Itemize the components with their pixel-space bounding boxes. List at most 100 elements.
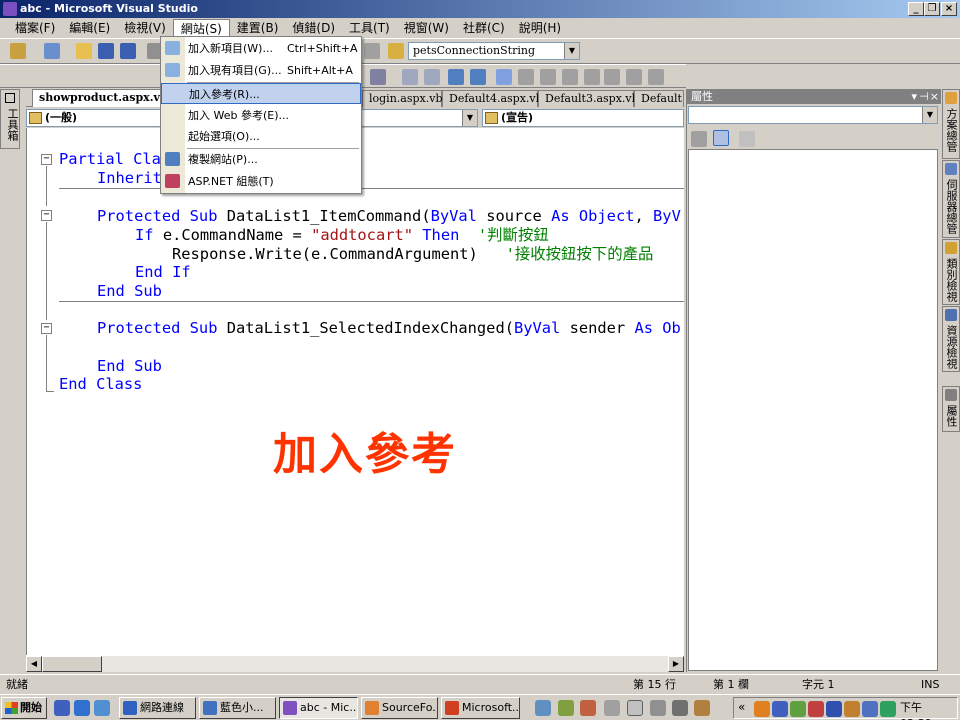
alphabetical-icon[interactable] [713,130,729,146]
tray-icon[interactable] [880,701,896,717]
find-icon[interactable] [364,43,380,59]
app-icon[interactable] [604,700,620,716]
tray-icon[interactable] [826,701,842,717]
pin-icon[interactable]: ⊣ [919,89,929,104]
media-player-icon[interactable] [54,700,70,716]
bookmark-next-icon[interactable] [540,69,556,85]
database-icon[interactable] [388,43,404,59]
tray-icon[interactable] [790,701,806,717]
new-project-icon[interactable] [10,43,26,59]
tab-default4[interactable]: Default4.aspx.vb [442,90,543,107]
object-selector[interactable]: ▼ [688,106,938,124]
menu-website[interactable]: 網站(S) [172,19,230,37]
menu-add-new-item[interactable]: 加入新項目(W)... Ctrl+Shift+A [161,38,361,59]
tray-icon[interactable] [808,701,824,717]
app-icon[interactable] [650,700,666,716]
font-size-icon[interactable] [370,69,386,85]
bookmark-window-icon[interactable] [626,69,642,85]
connection-combo[interactable]: petsConnectionString ▼ [408,42,580,60]
tray-icon[interactable] [844,701,860,717]
menu-aspnet-config[interactable]: ASP.NET 組態(T) [161,171,361,192]
app-icon[interactable] [580,700,596,716]
side-tab-server-explorer[interactable]: 伺服器總管 [942,160,960,238]
volume-icon[interactable] [862,701,878,717]
task-network-connections[interactable]: 網路連線 [119,697,196,719]
save-icon[interactable] [98,43,114,59]
horizontal-scrollbar[interactable]: ◀ ▶ [26,655,684,672]
close-button[interactable]: × [941,2,957,16]
chevron-down-icon[interactable]: ▼ [922,107,937,123]
tray-icon[interactable] [772,701,788,717]
app-icon[interactable] [694,700,710,716]
fold-toggle[interactable]: − [41,210,52,221]
tab-default[interactable]: Default.a [634,90,684,107]
task-blue-small[interactable]: 藍色小... [199,697,276,719]
member-combo[interactable]: (宣告) [482,109,684,127]
restore-button[interactable]: ❐ [924,2,940,16]
properties-icon [945,389,957,401]
scroll-right-icon[interactable]: ▶ [668,656,684,672]
app-icon[interactable] [535,700,551,716]
menu-community[interactable]: 社群(C) [456,19,512,37]
bookmark-prev-icon[interactable] [518,69,534,85]
menu-add-reference[interactable]: 加入參考(R)... [161,83,361,104]
side-tab-resource-view[interactable]: 資源檢視 [942,306,960,372]
app-icon[interactable] [672,700,688,716]
bookmark-icon[interactable] [496,69,512,85]
properties-grid[interactable] [688,149,938,671]
code-editor[interactable]: − − − Partial Cla Inherit Protected Sub … [26,128,684,655]
menu-copy-website[interactable]: 複製網站(P)... [161,149,361,170]
menu-help[interactable]: 說明(H) [512,19,568,37]
tab-showproduct[interactable]: showproduct.aspx.vb [32,89,168,107]
help-icon[interactable] [627,700,643,716]
fold-toggle[interactable]: − [41,154,52,165]
menu-add-web-reference[interactable]: 加入 Web 參考(E)... [161,105,361,126]
bookmark-folder-icon[interactable] [562,69,578,85]
save-all-icon[interactable] [120,43,136,59]
add-item-icon[interactable] [44,43,60,59]
comment-icon[interactable] [448,69,464,85]
indent-icon[interactable] [424,69,440,85]
menu-window[interactable]: 視窗(W) [397,19,456,37]
side-tab-class-view[interactable]: 類別檢視 [942,239,960,305]
menu-file[interactable]: 檔案(F) [8,19,62,37]
menu-debug[interactable]: 偵錯(D) [285,19,342,37]
fold-toggle[interactable]: − [41,323,52,334]
task-visual-studio[interactable]: abc - Mic... [279,697,358,719]
chevron-down-icon[interactable]: ▼ [564,43,579,59]
outdent-icon[interactable] [402,69,418,85]
internet-explorer-icon[interactable] [74,700,90,716]
scroll-left-icon[interactable]: ◀ [26,656,42,672]
property-pages-icon[interactable] [739,131,755,147]
menu-build[interactable]: 建置(B) [230,19,286,37]
scroll-thumb[interactable] [42,656,102,672]
tray-icon[interactable] [754,701,770,717]
minimize-button[interactable]: _ [908,2,924,16]
close-icon[interactable]: × [930,89,939,104]
menu-edit[interactable]: 編輯(E) [62,19,117,37]
menu-start-options[interactable]: 起始選項(O)... [161,126,361,147]
bookmark-clear-icon[interactable] [604,69,620,85]
tab-login[interactable]: login.aspx.vb [362,90,442,107]
toolbox-tab[interactable]: 工具箱 [0,89,20,149]
menu-view[interactable]: 檢視(V) [117,19,173,37]
menu-tools[interactable]: 工具(T) [342,19,397,37]
menu-add-existing-item[interactable]: 加入現有項目(G)... Shift+Alt+A [161,60,361,81]
outlook-icon[interactable] [94,700,110,716]
side-tab-properties[interactable]: 屬性 [942,386,960,432]
task-sourceforge[interactable]: SourceFo... [361,697,438,719]
overlay-caption: 加入參考 [273,429,457,480]
bookmark-clear-all-icon[interactable] [648,69,664,85]
tray-expand-button[interactable]: « [738,700,745,714]
bookmark-doc-icon[interactable] [584,69,600,85]
dropdown-icon[interactable]: ▾ [911,89,917,104]
uncomment-icon[interactable] [470,69,486,85]
task-powerpoint[interactable]: Microsoft... [441,697,520,719]
side-tab-solution-explorer[interactable]: 方案總管 [942,89,960,159]
chevron-down-icon[interactable]: ▼ [462,110,477,126]
open-file-icon[interactable] [76,43,92,59]
app-icon[interactable] [558,700,574,716]
start-button[interactable]: 開始 [1,697,47,719]
categorized-icon[interactable] [691,131,707,147]
tab-default3[interactable]: Default3.aspx.vb [538,90,639,107]
